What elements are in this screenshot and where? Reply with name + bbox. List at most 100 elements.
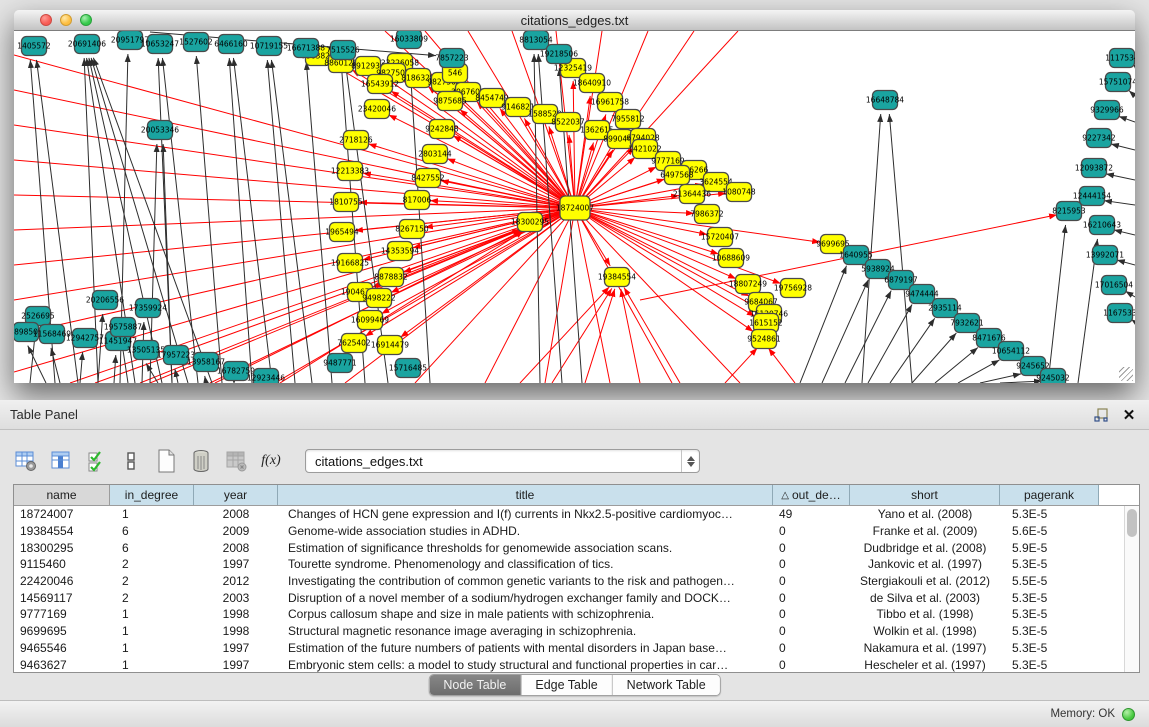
svg-text:15720407: 15720407 (701, 233, 739, 242)
create-column-icon[interactable] (153, 448, 179, 474)
table-row[interactable]: 2242004622012Investigating the contribut… (14, 573, 1139, 590)
network-window-titlebar[interactable]: citations_edges.txt (14, 10, 1135, 31)
graph-node[interactable]: 16210643 (1083, 216, 1121, 235)
table-row[interactable]: 946362711997Embryonic stem cells: a mode… (14, 656, 1139, 673)
graph-node[interactable]: 9498222 (362, 289, 396, 308)
graph-node[interactable]: 19756928 (774, 279, 812, 298)
cell-out_de: 0 (773, 539, 850, 556)
column-header-in_degree[interactable]: in_degree (110, 485, 194, 505)
graph-node[interactable]: 16648784 (866, 91, 904, 110)
graph-node[interactable]: 7625402 (337, 334, 371, 353)
table-toolbar: f(x) citations_edges.txt (13, 444, 1139, 478)
graph-node[interactable]: 1167533 (1103, 304, 1135, 323)
cell-pagerank: 5.6E-5 (1000, 523, 1099, 540)
graph-node[interactable]: 17016504 (1095, 276, 1133, 295)
graph-node[interactable]: 7986372 (690, 205, 724, 224)
graph-node[interactable]: 2803144 (418, 145, 452, 164)
svg-text:16671388: 16671388 (287, 44, 325, 53)
graph-node[interactable]: 817006 (403, 191, 432, 210)
graph-node[interactable]: 9487771 (323, 354, 357, 373)
graph-node[interactable]: 8215953 (1052, 202, 1086, 221)
graph-node[interactable]: 20691406 (68, 35, 106, 54)
tab-network-table[interactable]: Network Table (613, 675, 720, 695)
table-row[interactable]: 911546021997Tourette syndrome. Phenomeno… (14, 556, 1139, 573)
table-scrollbar[interactable] (1124, 506, 1139, 672)
close-panel-icon[interactable]: ✕ (1119, 405, 1139, 425)
float-panel-icon[interactable] (1091, 405, 1111, 425)
table-panel-title: Table Panel (10, 407, 78, 422)
graph-node[interactable]: 13992071 (1086, 246, 1124, 265)
graph-node[interactable]: 18807249 (729, 275, 767, 294)
delete-column-icon[interactable] (188, 448, 214, 474)
cell-title: Tourette syndrome. Phenomenology and cla… (278, 556, 773, 573)
graph-node[interactable]: 8267150 (395, 220, 429, 239)
window-resize-grip[interactable] (1119, 367, 1133, 381)
graph-node[interactable]: 2718126 (339, 131, 373, 150)
table-header-row: namein_degreeyeartitle△out_de…shortpager… (14, 485, 1139, 506)
graph-node[interactable]: 15751074 (1099, 73, 1135, 92)
svg-text:16099469: 16099469 (351, 316, 389, 325)
svg-text:2803144: 2803144 (418, 150, 452, 159)
column-header-title[interactable]: title (278, 485, 773, 505)
column-header-name[interactable]: name (14, 485, 110, 505)
column-header-pagerank[interactable]: pagerank (1000, 485, 1099, 505)
cell-short: Jankovic et al. (1997) (850, 556, 1000, 573)
table-row[interactable]: 946554611997Estimation of the future num… (14, 640, 1139, 657)
svg-text:12923446: 12923446 (247, 374, 285, 383)
cell-name: 19384554 (14, 523, 110, 540)
graph-node[interactable]: 10688609 (712, 249, 750, 268)
graph-node[interactable]: 9875685 (433, 92, 467, 111)
function-builder-icon[interactable]: f(x) (258, 448, 284, 474)
table-row[interactable]: 1830029562008Estimation of significance … (14, 539, 1139, 556)
graph-node[interactable]: 8427552 (411, 169, 445, 188)
column-header-short[interactable]: short (850, 485, 1000, 505)
graph-node[interactable]: 1117534 (1105, 49, 1135, 68)
delete-table-icon[interactable] (223, 448, 249, 474)
graph-node[interactable]: 16961758 (591, 93, 629, 112)
graph-node[interactable]: 1527602 (179, 33, 213, 52)
graph-node[interactable]: 1965494 (325, 223, 359, 242)
graph-hub-node[interactable]: 18724007 (556, 196, 594, 220)
svg-text:1167533: 1167533 (1103, 309, 1135, 318)
graph-node[interactable]: 7955812 (611, 110, 645, 129)
table-row[interactable]: 977716911998Corpus callosum shape and si… (14, 606, 1139, 623)
tab-node-table[interactable]: Node Table (429, 675, 521, 695)
graph-node[interactable]: 19384554 (598, 268, 636, 287)
graph-node[interactable]: 8878832 (374, 268, 408, 287)
graph-node[interactable]: 12213383 (331, 162, 369, 181)
network-graph[interactable]: 7963822886012889129342322605898275051654… (14, 31, 1135, 383)
graph-node[interactable]: 16033809 (390, 31, 428, 49)
graph-node[interactable]: 9329966 (1090, 101, 1124, 120)
svg-text:8454749: 8454749 (475, 94, 509, 103)
table-row[interactable]: 969969511998Structural magnetic resonanc… (14, 623, 1139, 640)
graph-node[interactable]: 7857223 (435, 49, 469, 68)
graph-node[interactable]: 6497568 (660, 166, 694, 185)
graph-node[interactable]: 1080748 (722, 183, 756, 202)
graph-node[interactable]: 9245032 (1036, 369, 1070, 384)
scrollbar-thumb[interactable] (1127, 509, 1137, 537)
tab-edge-table[interactable]: Edge Table (521, 675, 612, 695)
select-rows-icon[interactable] (83, 448, 109, 474)
network-canvas[interactable]: 7963822886012889129342322605898275051654… (14, 31, 1135, 383)
table-row[interactable]: 1938455462009Genome-wide association stu… (14, 523, 1139, 540)
graph-node[interactable]: 9227342 (1082, 129, 1116, 148)
graph-node[interactable]: 20206556 (86, 291, 124, 310)
cell-year: 1998 (194, 623, 278, 640)
graph-node[interactable]: 9242848 (425, 120, 459, 139)
graph-node[interactable]: 1405572 (17, 37, 51, 56)
graph-node[interactable]: 1810755 (329, 193, 363, 212)
graph-node[interactable]: 10719155 (250, 37, 288, 56)
table-row[interactable]: 1456911722003Disruption of a novel membe… (14, 589, 1139, 606)
graph-node[interactable]: 7515526 (326, 41, 360, 60)
table-mode-icon[interactable] (13, 448, 39, 474)
table-row[interactable]: 1872400712008Changes of HCN gene express… (14, 506, 1139, 523)
show-columns-icon[interactable] (48, 448, 74, 474)
graph-node[interactable]: 15716485 (389, 359, 427, 378)
table-select[interactable]: citations_edges.txt (305, 449, 700, 473)
column-header-year[interactable]: year (194, 485, 278, 505)
svg-text:12444154: 12444154 (1073, 192, 1111, 201)
row-height-icon[interactable] (118, 448, 144, 474)
graph-node[interactable]: 6466160 (214, 35, 248, 54)
column-header-out_de[interactable]: △out_de… (773, 485, 850, 505)
graph-node[interactable]: 9524861 (747, 330, 781, 349)
